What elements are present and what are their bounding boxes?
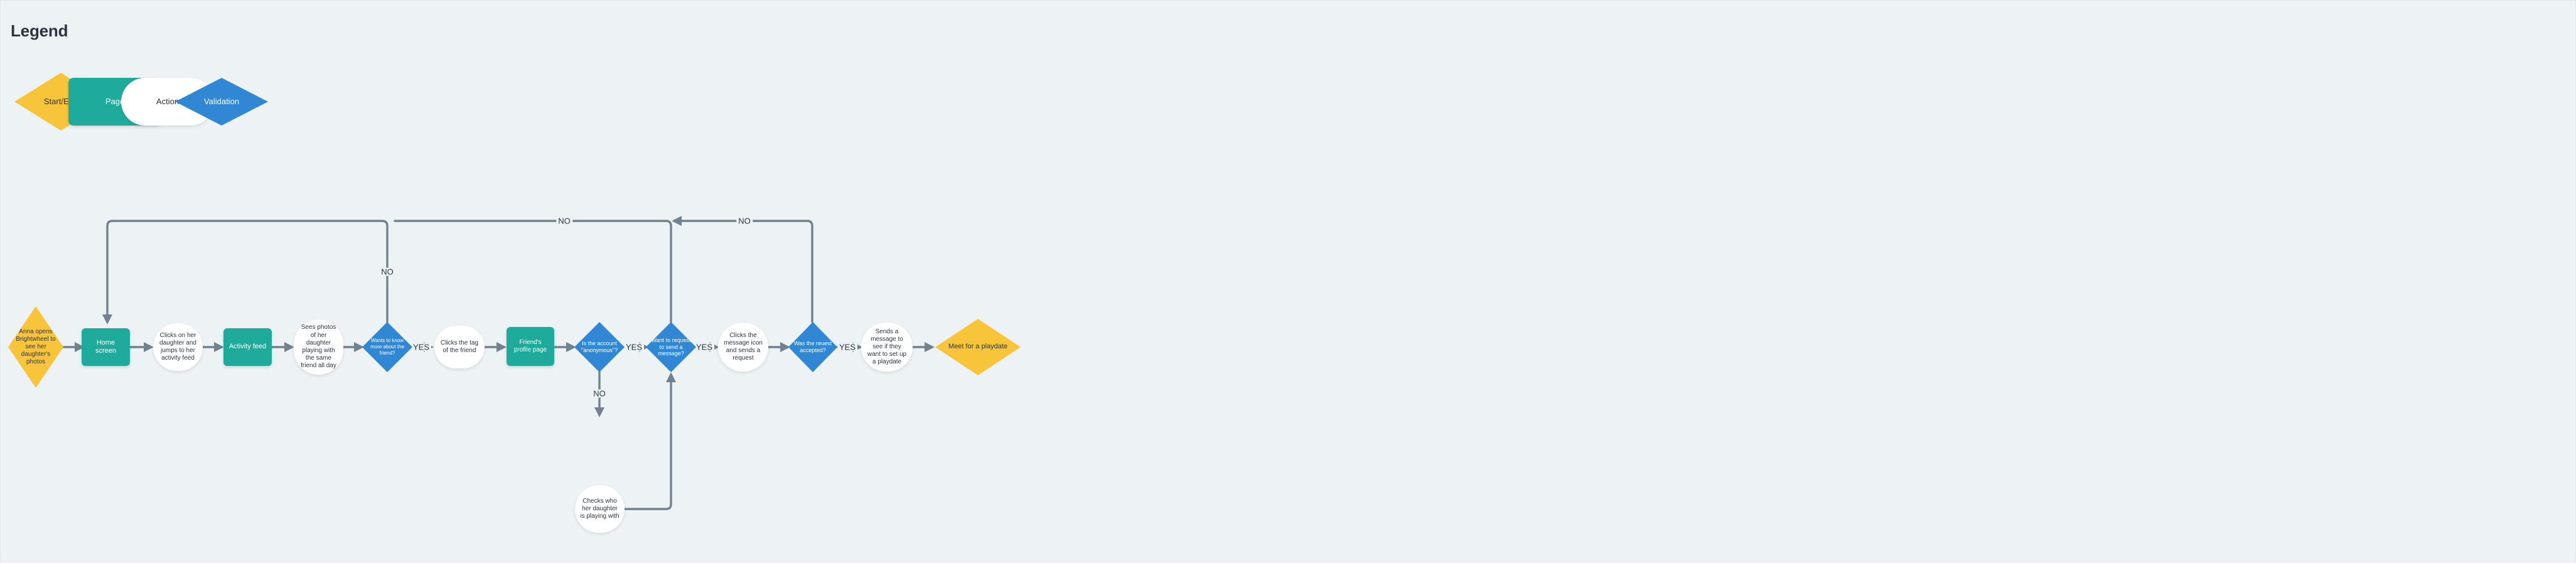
node-clicks-message-icon[interactable]: Clicks the message icon and sends a requ… bbox=[718, 323, 768, 372]
node-is-account-anonymous-label: Is the account "anonymous"? bbox=[581, 340, 618, 353]
edge-label-accepted-no: NO bbox=[736, 217, 753, 225]
node-home-screen[interactable]: Home screen bbox=[82, 328, 130, 366]
node-clicks-daughter-label: Clicks on her daughter and jumps to her … bbox=[159, 331, 196, 362]
node-friend-profile-page-label: Friend's profile page bbox=[513, 338, 547, 353]
edge-label-accepted-yes: YES bbox=[837, 343, 858, 351]
node-checks-who-playing[interactable]: Checks who her daughter is playing with bbox=[575, 485, 625, 533]
edge-label-anonymous-no: NO bbox=[591, 389, 608, 398]
node-clicks-message-icon-label: Clicks the message icon and sends a requ… bbox=[724, 331, 763, 362]
legend-title: Legend bbox=[11, 21, 68, 40]
node-clicks-tag-label: Clicks the tag of the friend bbox=[440, 339, 479, 354]
node-home-screen-label: Home screen bbox=[95, 338, 117, 355]
node-clicks-tag[interactable]: Clicks the tag of the friend bbox=[434, 326, 485, 368]
edge-label-know-more-yes: YES bbox=[411, 343, 432, 351]
node-checks-who-playing-label: Checks who her daughter is playing with bbox=[580, 497, 620, 520]
edge-label-anonymous-yes: YES bbox=[623, 343, 645, 351]
connector-layer bbox=[61, 216, 935, 510]
node-end-playdate-label: Meet for a playdate bbox=[948, 343, 1008, 351]
node-was-request-accepted[interactable]: Was the reuest accepted? bbox=[788, 322, 837, 372]
node-is-account-anonymous[interactable]: Is the account "anonymous"? bbox=[574, 322, 625, 372]
node-start[interactable]: Anna opens Brightwheel to see her daught… bbox=[8, 306, 63, 388]
node-sends-message-playdate[interactable]: Sends a message to see if they want to s… bbox=[861, 323, 913, 372]
node-want-request-message-label: Want to request to send a message? bbox=[651, 336, 691, 357]
node-activity-feed-label: Activity feed bbox=[228, 343, 267, 351]
node-want-request-message[interactable]: Want to request to send a message? bbox=[646, 322, 696, 372]
edge-label-want-request-yes: YES bbox=[694, 343, 715, 351]
node-wants-know-more[interactable]: Wants to know more about the friend? bbox=[362, 322, 412, 372]
edge-label-want-request-no: NO bbox=[556, 217, 572, 225]
node-wants-know-more-label: Wants to know more about the friend? bbox=[370, 338, 404, 356]
node-clicks-daughter[interactable]: Clicks on her daughter and jumps to her … bbox=[153, 323, 203, 371]
node-was-request-accepted-label: Was the reuest accepted? bbox=[793, 340, 832, 353]
node-activity-feed[interactable]: Activity feed bbox=[223, 328, 272, 366]
node-end-playdate[interactable]: Meet for a playdate bbox=[935, 319, 1021, 375]
edge-label-know-more-no: NO bbox=[379, 267, 395, 276]
node-sees-photos-label: Sees photos of her daughter playing with… bbox=[301, 324, 336, 370]
node-sees-photos[interactable]: Sees photos of her daughter playing with… bbox=[294, 319, 343, 375]
legend-item-validation-label: Validation bbox=[203, 97, 240, 107]
node-friend-profile-page[interactable]: Friend's profile page bbox=[507, 327, 554, 366]
node-start-label: Anna opens Brightwheel to see her daught… bbox=[16, 328, 56, 366]
node-sends-message-playdate-label: Sends a message to see if they want to s… bbox=[867, 328, 907, 366]
flowchart-canvas: Legend Start/End Page Action Validation bbox=[0, 0, 2576, 562]
